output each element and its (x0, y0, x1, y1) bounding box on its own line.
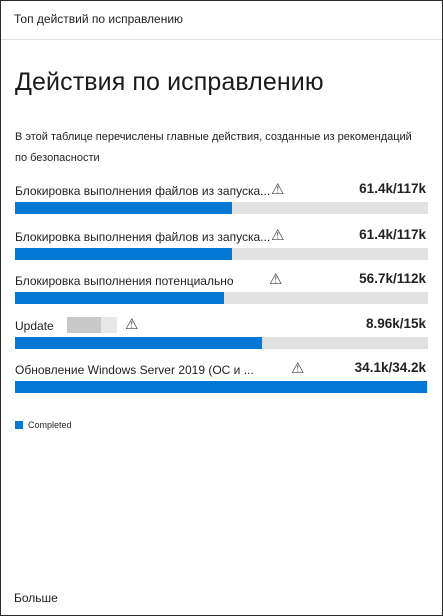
remediation-row[interactable]: Update ⚠ 8.96k/15k (15, 316, 428, 359)
warning-triangle-icon: ⚠ (271, 181, 285, 198)
row-value: 34.1k/34.2k (354, 360, 426, 375)
chart-legend: Completed (15, 420, 72, 430)
warning-triangle-icon: ⚠ (269, 271, 283, 288)
progress-track (15, 202, 428, 214)
legend-label-completed: Completed (28, 420, 72, 430)
card-header: Топ действий по исправлению (1, 1, 442, 40)
remediation-row[interactable]: Блокировка выполнения потенциально ⚠ 56.… (15, 271, 428, 314)
remediation-card: Топ действий по исправлению Действия по … (0, 0, 443, 616)
progress-track (15, 248, 428, 260)
more-link[interactable]: Больше (14, 591, 58, 605)
row-label: Блокировка выполнения потенциально (15, 274, 234, 288)
progress-fill (15, 248, 232, 260)
table-description: В этой таблице перечислены главные дейст… (15, 131, 412, 164)
progress-fill (15, 337, 262, 349)
progress-fill (15, 202, 232, 214)
row-value: 56.7k/112k (359, 271, 426, 286)
progress-track (15, 292, 428, 304)
progress-fill (15, 292, 224, 304)
row-value: 61.4k/117k (359, 227, 426, 242)
row-label: Блокировка выполнения файлов из запуска.… (15, 184, 271, 198)
row-label: Обновление Windows Server 2019 (ОС и ... (15, 363, 254, 377)
progress-track (15, 381, 428, 393)
remediation-row[interactable]: Блокировка выполнения файлов из запуска.… (15, 227, 428, 270)
legend-swatch-completed (15, 421, 23, 429)
remediation-row[interactable]: Обновление Windows Server 2019 (ОС и ...… (15, 360, 428, 403)
redacted-text (67, 317, 117, 333)
warning-triangle-icon: ⚠ (291, 360, 305, 377)
row-value: 61.4k/117k (359, 181, 426, 196)
card-header-title: Топ действий по исправлению (14, 12, 184, 26)
row-label: Update (15, 319, 54, 333)
row-label: Блокировка выполнения файлов из запуска.… (15, 230, 271, 244)
warning-triangle-icon: ⚠ (125, 316, 139, 333)
remediation-row[interactable]: Блокировка выполнения файлов из запуска.… (15, 181, 428, 224)
progress-track (15, 337, 428, 349)
page-title: Действия по исправлению (15, 68, 324, 96)
progress-fill (15, 381, 427, 393)
row-value: 8.96k/15k (365, 316, 426, 331)
warning-triangle-icon: ⚠ (271, 227, 285, 244)
